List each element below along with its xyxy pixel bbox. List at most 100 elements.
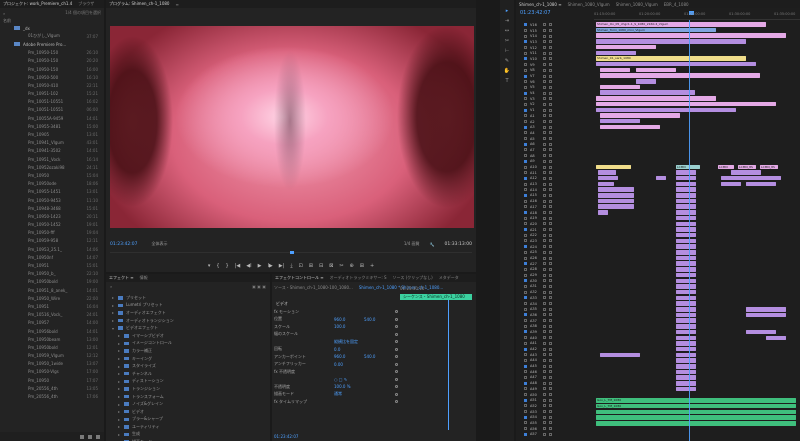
lock-icon[interactable]: [543, 188, 546, 192]
list-item[interactable]: Pm_10950-150 26:10: [0, 49, 104, 57]
timeline-clip[interactable]: [721, 175, 781, 181]
track-target-icon[interactable]: [524, 250, 527, 254]
track-target-icon[interactable]: [524, 57, 527, 61]
timeline-clip[interactable]: [600, 67, 630, 73]
timeline-clip[interactable]: LCMN: [718, 164, 734, 170]
timeline-clip[interactable]: [596, 164, 631, 170]
effect-folder-item[interactable]: ▸ カラー補正: [106, 347, 270, 355]
timeline-clip[interactable]: [596, 96, 716, 101]
eye-icon[interactable]: [549, 404, 552, 408]
eye-icon[interactable]: [549, 97, 552, 101]
effect-folder-item[interactable]: ▸ イメージコントロール: [106, 340, 270, 348]
keyframe-toggle-icon[interactable]: [395, 340, 398, 344]
timeline-clip[interactable]: [746, 307, 786, 312]
timeline-clip[interactable]: [676, 232, 696, 238]
lock-icon[interactable]: [543, 137, 546, 141]
timeline-clip[interactable]: [676, 329, 696, 335]
track-target-icon[interactable]: [524, 256, 527, 260]
lock-icon[interactable]: [543, 432, 546, 436]
lock-icon[interactable]: [543, 319, 546, 323]
track-target-icon[interactable]: [524, 398, 527, 402]
timeline-clip[interactable]: [676, 381, 696, 386]
footer-timecode[interactable]: 01:23:42:07: [274, 434, 298, 439]
keyframe-toggle-icon[interactable]: [395, 362, 398, 366]
lock-icon[interactable]: [543, 131, 546, 135]
timeline-clip[interactable]: [596, 33, 786, 38]
eye-icon[interactable]: [549, 398, 552, 402]
monitor-scrubber[interactable]: [110, 251, 472, 256]
eye-icon[interactable]: [549, 108, 552, 112]
timeline-clip[interactable]: [598, 198, 634, 204]
timeline-clip[interactable]: [676, 386, 696, 392]
eye-icon[interactable]: [549, 131, 552, 135]
lock-icon[interactable]: [543, 296, 546, 300]
track-target-icon[interactable]: [524, 125, 527, 129]
keyframe-toggle-icon[interactable]: [395, 347, 398, 351]
lock-icon[interactable]: [543, 347, 546, 351]
timeline-clip[interactable]: [676, 358, 696, 363]
timeline-clip[interactable]: [600, 90, 695, 95]
list-item[interactable]: Pm_10952ozaki98 24:11: [0, 163, 104, 171]
timeline-timecode[interactable]: 01:23:42:07: [520, 10, 551, 16]
eye-icon[interactable]: [549, 284, 552, 288]
eye-icon[interactable]: [549, 336, 552, 340]
track-target-icon[interactable]: [524, 68, 527, 72]
effect-folder-item[interactable]: ▸ ディストーション: [106, 378, 270, 386]
keyframe-toggle-icon[interactable]: [395, 370, 398, 374]
list-item[interactable]: Pm_10051-10551 16:02: [0, 98, 104, 106]
list-item[interactable]: Pm_10950beam 13:00: [0, 335, 104, 343]
track-target-icon[interactable]: [524, 85, 527, 89]
track-target-icon[interactable]: [524, 148, 527, 152]
time-ruler[interactable]: 01:15:00:00 01:20:00:00 01:25:00:00 01:30:0…: [594, 10, 800, 20]
eye-icon[interactable]: [549, 165, 552, 169]
eye-icon[interactable]: [549, 23, 552, 27]
transport-button[interactable]: ⊠: [329, 263, 333, 269]
list-item[interactable]: Pm_10951_8_anek_ 14:01: [0, 286, 104, 294]
track-target-icon[interactable]: [524, 233, 527, 237]
timeline-clip[interactable]: [596, 421, 796, 426]
timeline-clip[interactable]: [676, 346, 696, 352]
list-item[interactable]: Pm_10950-Vlgs 17:00: [0, 368, 104, 376]
effect-property-row[interactable]: fx 不透明度: [274, 368, 398, 376]
eye-icon[interactable]: [549, 216, 552, 220]
track-target-icon[interactable]: [524, 364, 527, 368]
eye-icon[interactable]: [549, 125, 552, 129]
lock-icon[interactable]: [543, 358, 546, 362]
lock-icon[interactable]: [543, 74, 546, 78]
timeline-clip[interactable]: Gov_L_TM_1080: [596, 403, 796, 409]
lock-icon[interactable]: [543, 307, 546, 311]
eye-icon[interactable]: [549, 302, 552, 306]
lock-icon[interactable]: [543, 415, 546, 419]
keyframe-toggle-icon[interactable]: [395, 317, 398, 321]
track-target-icon[interactable]: [524, 63, 527, 67]
list-item[interactable]: Pm_10950 15:04: [0, 171, 104, 179]
transport-button[interactable]: I▶: [267, 263, 272, 269]
eye-icon[interactable]: [549, 137, 552, 141]
effect-property-row[interactable]: アンチフリッカー 0.00: [274, 361, 398, 369]
list-item[interactable]: Pm_10516_Vock_ 24:01: [0, 311, 104, 319]
effect-folder-item[interactable]: ▸ オーディオトランジション: [106, 317, 270, 325]
property-value[interactable]: 0.00: [334, 362, 364, 367]
timeline-clip[interactable]: [676, 227, 696, 232]
timeline-clip[interactable]: [676, 272, 696, 278]
timeline-clip[interactable]: [676, 193, 696, 198]
list-item[interactable]: Pm_10950_Wire 22:00: [0, 294, 104, 302]
eye-icon[interactable]: [549, 256, 552, 260]
timeline-clip[interactable]: [676, 352, 696, 358]
lock-icon[interactable]: [543, 410, 546, 414]
track-target-icon[interactable]: [524, 421, 527, 425]
eye-icon[interactable]: [549, 347, 552, 351]
effect-property-row[interactable]: ○ □ ✎: [274, 376, 398, 384]
track-target-icon[interactable]: [524, 290, 527, 294]
tool-button[interactable]: ⇥: [500, 16, 514, 26]
list-item[interactable]: Pm_10950_1wide 13:07: [0, 360, 104, 368]
track-target-icon[interactable]: [524, 284, 527, 288]
eye-icon[interactable]: [549, 358, 552, 362]
eye-icon[interactable]: [549, 370, 552, 374]
property-value[interactable]: 縦横比を固定: [334, 339, 364, 345]
timeline-clip[interactable]: [746, 312, 786, 318]
track-target-icon[interactable]: [524, 171, 527, 175]
lock-icon[interactable]: [543, 370, 546, 374]
track-target-icon[interactable]: [524, 302, 527, 306]
track-target-icon[interactable]: [524, 131, 527, 135]
